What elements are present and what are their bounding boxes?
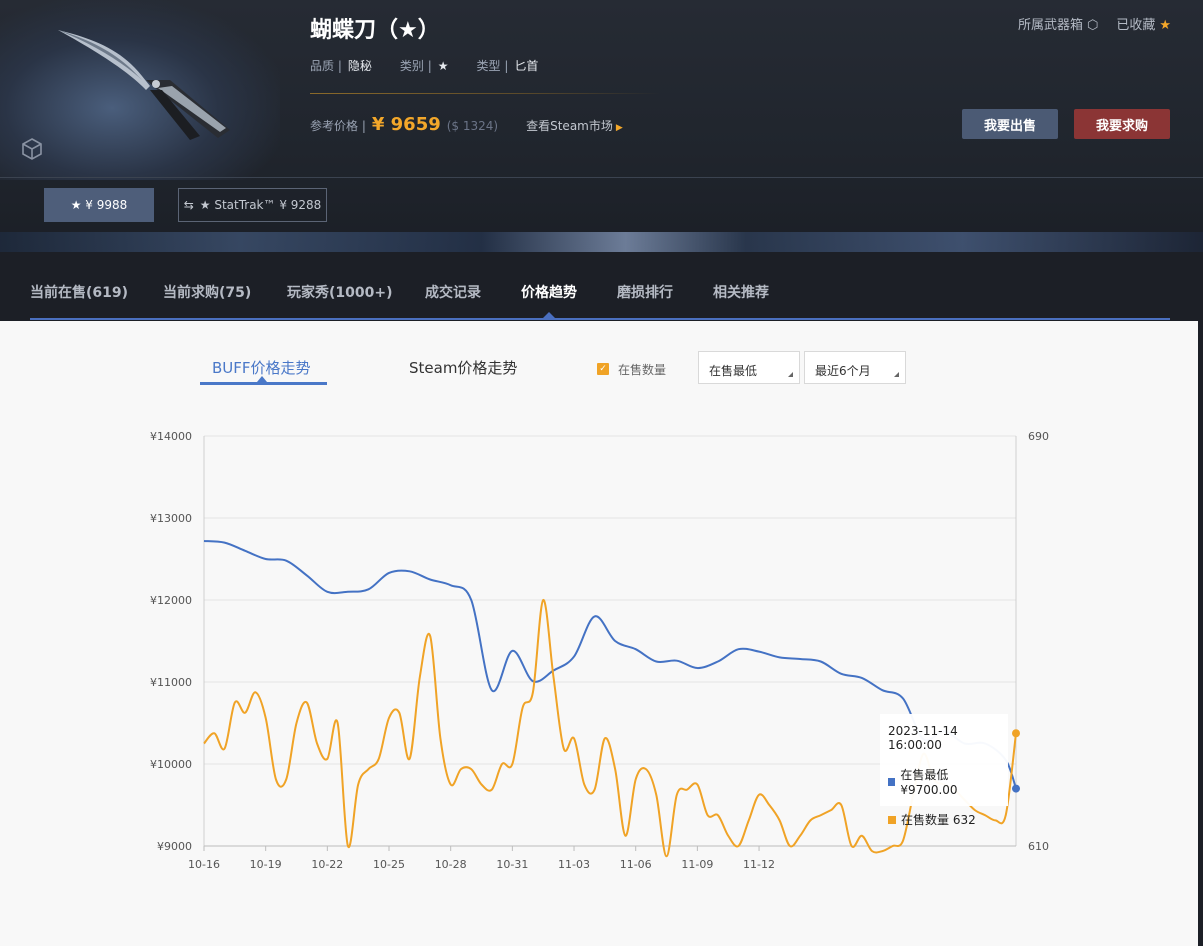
tooltip-datetime: 2023-11-14 16:00:00 xyxy=(888,724,958,752)
x-tick-label: 10-31 xyxy=(496,858,528,871)
tab-player-showcase[interactable]: 玩家秀(1000+) xyxy=(287,282,393,302)
tab-wear-ranking[interactable]: 磨损排行 xyxy=(617,282,673,302)
type-attr: 类型 | 匕首 xyxy=(477,57,539,74)
ref-price-usd: ($ 1324) xyxy=(446,119,499,133)
tooltip-row-price: 在售最低 ¥9700.00 xyxy=(888,766,1000,797)
category-label: 类别 | xyxy=(399,59,432,73)
item-tabs: 当前在售(619) 当前求购(75) 玩家秀(1000+) 成交记录 价格趋势 … xyxy=(0,252,1203,321)
variant-stattrak-button[interactable]: ⇆ ★ StatTrak™ ¥ 9288 xyxy=(178,188,327,222)
weapon-case-text: 所属武器箱 xyxy=(1017,18,1083,33)
category-value: ★ xyxy=(437,59,449,73)
item-header: 蝴蝶刀（★） 品质 | 隐秘 类别 | ★ 类型 | 匕首 参考价格 | ¥ 9659… xyxy=(0,0,1203,252)
item-title: 蝴蝶刀（★） xyxy=(310,18,440,43)
page-edge xyxy=(1198,321,1203,946)
quality-label: 品质 | xyxy=(310,59,342,73)
item-attributes: 品质 | 隐秘 类别 | ★ 类型 | 匕首 xyxy=(310,57,538,74)
tab-related[interactable]: 相关推荐 xyxy=(713,282,769,302)
swap-icon: ⇆ xyxy=(183,198,194,212)
tab-on-sale[interactable]: 当前在售(619) xyxy=(30,282,128,302)
header-divider xyxy=(0,177,1203,178)
arrow-right-icon: ▶ xyxy=(615,123,623,133)
favorite-toggle[interactable]: 已收藏 ★ xyxy=(1116,14,1171,33)
star-icon: ★ xyxy=(1159,18,1171,33)
x-tick-label: 10-16 xyxy=(188,858,220,871)
y-left-tick-label: ¥13000 xyxy=(150,512,192,525)
quality-value: 隐秘 xyxy=(347,59,372,73)
active-tab-caret xyxy=(543,312,555,318)
reference-price: 参考价格 | ¥ 9659 ($ 1324) 查看Steam市场 ▶ xyxy=(310,114,623,135)
x-tick-label: 10-28 xyxy=(435,858,467,871)
point-count xyxy=(1012,729,1020,738)
3d-view-icon[interactable] xyxy=(20,137,44,161)
knife-image xyxy=(58,30,230,140)
y-right-tick-label: 610 xyxy=(1028,840,1049,853)
ref-price-label: 参考价格 | xyxy=(310,119,366,133)
y-left-tick-label: ¥11000 xyxy=(150,676,192,689)
tab-underline xyxy=(30,318,1170,320)
y-left-tick-label: ¥14000 xyxy=(150,430,192,443)
x-tick-label: 11-09 xyxy=(681,858,713,871)
favorite-text: 已收藏 xyxy=(1116,18,1156,33)
tab-price-trend[interactable]: 价格趋势 xyxy=(521,282,577,302)
x-tick-label: 10-19 xyxy=(250,858,282,871)
quality-attr: 品质 | 隐秘 xyxy=(310,57,372,74)
type-value: 匕首 xyxy=(514,59,539,73)
type-label: 类型 | xyxy=(476,59,509,73)
steam-market-link[interactable]: 查看Steam市场 ▶ xyxy=(526,117,623,134)
series-swatch xyxy=(888,777,896,786)
ref-price-value: ¥ 9659 xyxy=(371,114,441,135)
tab-buy-orders[interactable]: 当前求购(75) xyxy=(163,282,251,302)
divider-line xyxy=(310,93,660,94)
weapon-case-link[interactable]: 所属武器箱 ⬡ xyxy=(1018,14,1098,33)
chart-tooltip: 2023-11-14 16:00:00 在售最低 ¥9700.00 在售数量 6… xyxy=(880,714,1008,827)
variant-stattrak-label: ★ StatTrak™ ¥ 9288 xyxy=(199,198,322,212)
top-right-actions: 所属武器箱 ⬡ 已收藏 ★ xyxy=(1018,14,1171,33)
y-left-tick-label: ¥9000 xyxy=(157,840,192,853)
x-tick-label: 11-12 xyxy=(743,858,775,871)
x-tick-label: 11-03 xyxy=(558,858,590,871)
variant-normal-button[interactable]: ★ ¥ 9988 xyxy=(44,188,154,222)
y-left-tick-label: ¥10000 xyxy=(150,758,192,771)
y-left-tick-label: ¥12000 xyxy=(150,594,192,607)
x-tick-label: 11-06 xyxy=(620,858,652,871)
price-chart[interactable]: ¥9000 ¥10000 ¥11000 ¥12000 ¥13000 ¥14000 610 69… xyxy=(0,321,1198,946)
tooltip-count: 在售数量 632 xyxy=(901,813,976,827)
category-attr: 类别 | ★ xyxy=(400,57,449,74)
box-icon: ⬡ xyxy=(1086,18,1099,33)
x-tick-label: 10-25 xyxy=(373,858,405,871)
tooltip-row-count: 在售数量 632 xyxy=(888,811,1000,828)
sell-button[interactable]: 我要出售 xyxy=(962,109,1058,139)
banner-art xyxy=(0,232,1203,252)
tab-trade-records[interactable]: 成交记录 xyxy=(425,282,481,302)
buy-button[interactable]: 我要求购 xyxy=(1074,109,1170,139)
point-min-price xyxy=(1012,784,1020,793)
x-tick-label: 10-22 xyxy=(311,858,343,871)
y-right-tick-label: 690 xyxy=(1028,430,1049,443)
tooltip-price: 在售最低 ¥9700.00 xyxy=(900,768,958,797)
steam-market-link-text: 查看Steam市场 xyxy=(526,119,613,133)
price-trend-panel: BUFF价格走势 Steam价格走势 ✓ 在售数量 在售最低 最近6个月 ¥90… xyxy=(0,321,1198,946)
series-swatch xyxy=(888,815,896,824)
